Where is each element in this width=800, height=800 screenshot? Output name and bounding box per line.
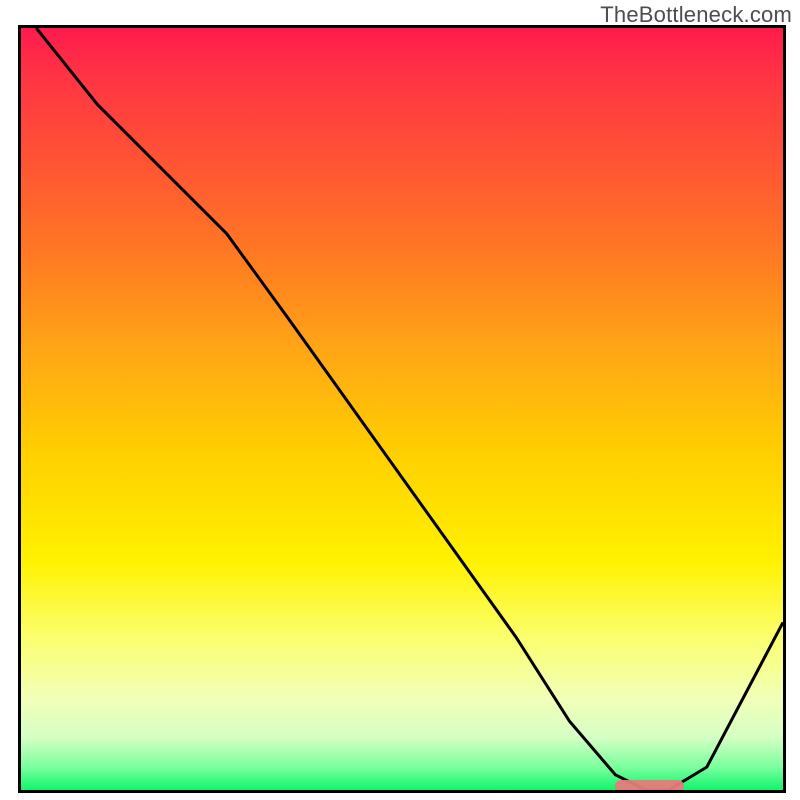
minimum-marker <box>615 780 684 792</box>
bottleneck-curve-path <box>36 28 783 790</box>
plot-area <box>18 25 786 793</box>
curve-svg <box>21 28 783 790</box>
chart-frame: TheBottleneck.com <box>0 0 800 800</box>
